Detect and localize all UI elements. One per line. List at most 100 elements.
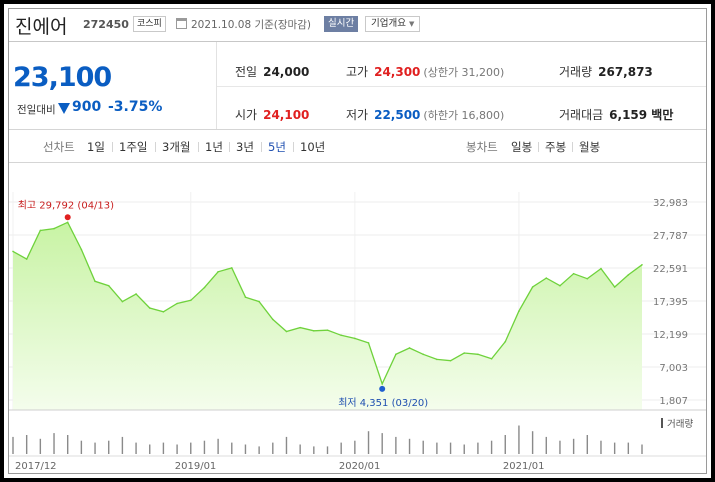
candle-weekly[interactable]: 주봉 [545, 139, 566, 155]
price-point [408, 347, 411, 349]
price-point [176, 302, 178, 305]
max-label: 최고 29,792 (04/13) [18, 199, 114, 211]
price-point [354, 337, 356, 340]
price-point [107, 284, 110, 287]
price-point [66, 221, 69, 224]
period-3y[interactable]: 3년 [236, 139, 254, 155]
line-chart-tab[interactable]: 선차트 [43, 139, 75, 155]
market-badge: 코스피 [133, 16, 166, 32]
price-point [80, 248, 83, 251]
current-price: 23,100 [13, 62, 112, 93]
lower-limit: (하한가 16,800) [423, 109, 505, 122]
volume-bar [559, 440, 561, 454]
period-3m[interactable]: 3개월 [162, 139, 190, 155]
price-point [641, 263, 643, 266]
volume-bar [531, 431, 534, 454]
candle-chart-tab[interactable]: 봉차트 [466, 139, 498, 155]
price-point [258, 300, 260, 303]
price-point [285, 330, 288, 333]
min-point [379, 385, 386, 392]
upper-limit: (상한가 31,200) [423, 66, 505, 79]
y-tick-label: 12,199 [653, 330, 688, 341]
volume-bar [244, 444, 247, 454]
price-point [518, 310, 520, 312]
volume-bar [354, 440, 356, 454]
divider [293, 142, 294, 152]
volume-bar [586, 435, 589, 454]
low-value: 22,500 [374, 108, 421, 122]
y-tick-label: 32,983 [653, 198, 688, 209]
volume-bar [121, 436, 124, 454]
price-point [545, 277, 548, 279]
period-1d[interactable]: 1일 [87, 139, 105, 155]
price-point [586, 277, 589, 280]
volume-bar [613, 442, 616, 454]
volume-bar [285, 436, 288, 454]
open-cell: 시가 24,100 [235, 106, 309, 123]
volume-label: 거래량 [559, 65, 593, 79]
price-point [244, 296, 247, 298]
change-value: 900 [72, 99, 102, 115]
realtime-button[interactable]: 실시간 [324, 16, 359, 32]
volume-bar [340, 442, 342, 454]
volume-bar [641, 444, 643, 454]
volume-bar [53, 433, 55, 454]
volume-bar [422, 440, 424, 454]
period-1w[interactable]: 1주일 [119, 139, 147, 155]
price-point [272, 318, 274, 321]
candle-daily[interactable]: 일봉 [511, 139, 532, 155]
amount-value: 6,159 백만 [609, 108, 674, 122]
y-tick-label: 22,591 [653, 264, 688, 275]
amount-cell: 거래대금 6,159 백만 [559, 106, 673, 123]
price-point [572, 272, 575, 275]
chart-toolbar: 선차트 1일 1주일 3개월 1년 3년 5년 10년 봉차트 일봉 주봉 월봉 [9, 129, 706, 163]
volume-bar [367, 431, 370, 454]
price-point [94, 280, 96, 283]
price-point [162, 310, 165, 313]
volume-bar [231, 442, 233, 454]
low-cell: 저가 22,500 (하한가 16,800) [346, 106, 504, 123]
volume-bar [162, 442, 165, 454]
chevron-down-icon: ▼ [408, 20, 415, 28]
volume-bar [176, 444, 178, 454]
volume-bar [600, 440, 602, 454]
y-tick-label: 7,003 [659, 363, 688, 374]
price-point [53, 227, 55, 230]
company-info-button[interactable]: 기업개요 ▼ [365, 16, 421, 32]
min-label: 최저 4,351 (03/20) [338, 397, 428, 409]
period-5y[interactable]: 5년 [268, 139, 286, 155]
low-label: 저가 [346, 108, 369, 122]
company-info-label: 기업개요 [371, 18, 406, 29]
period-1y[interactable]: 1년 [205, 139, 223, 155]
divider [572, 142, 573, 152]
volume-bar [12, 436, 14, 454]
price-point [627, 274, 630, 276]
period-10y[interactable]: 10년 [300, 139, 325, 155]
candle-monthly[interactable]: 월봉 [579, 139, 600, 155]
x-tick-label: 2021/01 [503, 461, 545, 472]
price-point [381, 383, 383, 385]
volume-bar [449, 442, 452, 454]
price-point [490, 357, 493, 360]
open-value: 24,100 [263, 108, 310, 122]
volume-bar [463, 444, 465, 454]
divider [229, 142, 230, 152]
price-chart: 32,983 27,787 22,591 17,395 12,199 7,003 1,807… [9, 192, 706, 472]
price-area [13, 222, 642, 410]
max-point [64, 214, 71, 221]
price-point [217, 270, 219, 273]
y-tick-label: 1,807 [659, 396, 688, 407]
price-point [12, 250, 14, 253]
volume-bar [66, 435, 69, 454]
price-point [477, 353, 479, 356]
volume-bar [545, 436, 547, 454]
volume-bar [149, 444, 151, 454]
price-point [436, 358, 438, 361]
amount-label: 거래대금 [559, 108, 604, 122]
divider [155, 142, 156, 152]
volume-bar [190, 442, 192, 454]
price-point [135, 293, 137, 295]
stock-name: 진에어 [15, 16, 68, 38]
volume-bar [627, 442, 630, 454]
volume-bar [490, 440, 493, 454]
